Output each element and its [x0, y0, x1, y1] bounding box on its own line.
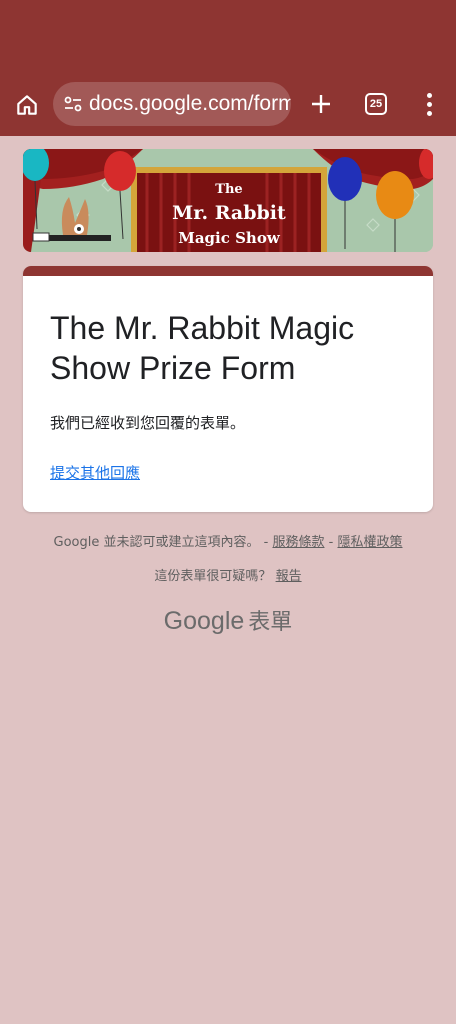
- footer-report-line: 這份表單很可疑嗎？ 報告: [0, 565, 456, 584]
- logo-forms-text: 表單: [248, 610, 293, 635]
- more-vert-icon[interactable]: [418, 90, 440, 118]
- tune-icon[interactable]: [61, 92, 85, 116]
- google-forms-logo[interactable]: Google 表單: [0, 604, 456, 636]
- address-bar[interactable]: docs.google.com/forms/d/e/…: [53, 82, 291, 126]
- logo-google-text: Google: [163, 607, 245, 635]
- browser-toolbar: docs.google.com/forms/d/e/… 25: [0, 0, 456, 136]
- home-button[interactable]: [12, 90, 42, 120]
- privacy-policy-link[interactable]: 隱私權政策: [337, 535, 402, 550]
- plus-icon: [312, 95, 330, 113]
- footer-separator: -: [328, 535, 334, 550]
- submit-another-response-link[interactable]: 提交其他回應: [50, 462, 140, 483]
- footer-disclaimer: Google 並未認可或建立這項內容。 -: [53, 535, 269, 550]
- report-link[interactable]: 報告: [276, 569, 302, 584]
- tab-count: 25: [365, 93, 387, 115]
- home-icon: [17, 95, 37, 115]
- url-text[interactable]: docs.google.com/forms/d/e/…: [89, 92, 291, 116]
- form-header-banner: The Mr. Rabbit Magic Show: [23, 149, 433, 252]
- banner-line1: The: [215, 182, 242, 197]
- new-tab-button[interactable]: [307, 90, 335, 118]
- banner-line3: Magic Show: [178, 229, 281, 247]
- suspicious-form-text: 這份表單很可疑嗎？: [154, 569, 272, 584]
- form-title: The Mr. Rabbit Magic Show Prize Form: [50, 310, 355, 386]
- confirmation-card: The Mr. Rabbit Magic Show Prize Form 我們已…: [23, 266, 433, 512]
- confirmation-message: 我們已經收到您回覆的表單。: [50, 414, 246, 432]
- card-accent-stripe: [23, 266, 433, 276]
- banner-line2: Mr. Rabbit: [172, 202, 286, 224]
- footer-disclaimer-line: Google 並未認可或建立這項內容。 - 服務條款 - 隱私權政策: [0, 531, 456, 550]
- tab-switcher-button[interactable]: 25: [364, 92, 388, 116]
- terms-of-service-link[interactable]: 服務條款: [272, 535, 324, 550]
